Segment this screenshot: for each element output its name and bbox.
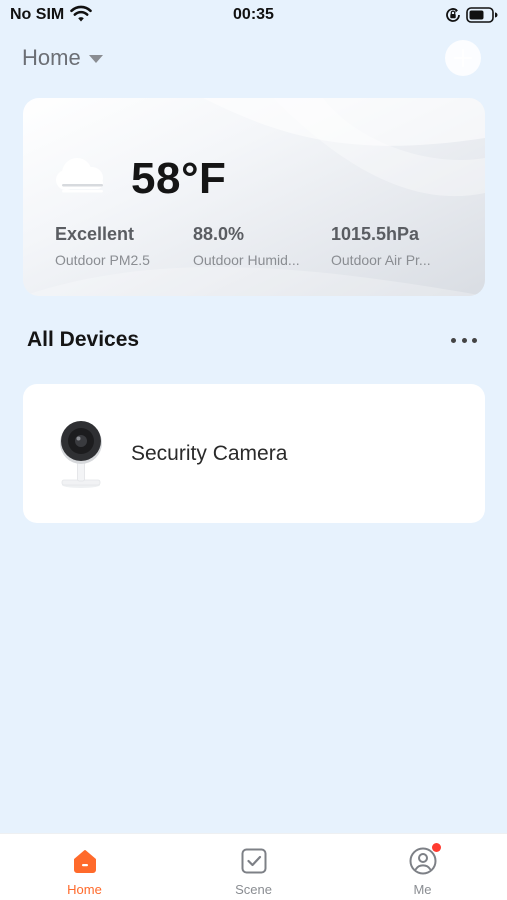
status-time: 00:35 xyxy=(233,6,274,23)
metric-humidity: 88.0% Outdoor Humid... xyxy=(193,224,323,268)
tab-label: Scene xyxy=(235,882,272,897)
metric-label: Outdoor Air Pr... xyxy=(331,252,431,268)
rotation-lock-icon xyxy=(446,8,460,22)
device-card-security-camera[interactable]: Security Camera xyxy=(23,384,485,523)
home-title: Home xyxy=(22,45,81,70)
tab-home[interactable]: Home xyxy=(0,834,169,900)
section-title: All Devices xyxy=(27,328,140,351)
more-options-button[interactable] xyxy=(447,328,481,352)
status-bar: No SIM 00:35 xyxy=(0,0,507,32)
add-device-button[interactable] xyxy=(445,40,481,76)
tab-label: Home xyxy=(67,882,102,897)
metric-value: 88.0% xyxy=(193,224,245,244)
metric-label: Outdoor Humid... xyxy=(193,252,300,268)
metric-value: Excellent xyxy=(55,224,135,244)
temperature-value: 58°F xyxy=(131,154,227,203)
metric-pm25: Excellent Outdoor PM2.5 xyxy=(55,224,185,268)
dot xyxy=(451,337,456,343)
metric-label: Outdoor PM2.5 xyxy=(55,252,150,268)
tab-label: Me xyxy=(413,882,432,897)
me-icon-wrapper xyxy=(408,843,441,876)
scene-checkbox-icon xyxy=(241,848,266,874)
notification-badge xyxy=(431,843,441,852)
home-icon xyxy=(73,850,96,873)
device-name: Security Camera xyxy=(131,442,288,465)
tab-me[interactable]: Me xyxy=(338,834,507,900)
home-switcher[interactable]: Home xyxy=(22,44,103,72)
security-camera-icon xyxy=(60,421,102,488)
metric-value: 1015.5hPa xyxy=(331,224,420,244)
cloud-icon xyxy=(56,158,103,193)
battery-icon xyxy=(466,7,498,23)
dot xyxy=(472,337,477,343)
app-screen: No SIM 00:35 Home 58°F Excellent Outdoor… xyxy=(0,0,507,900)
weather-card[interactable]: 58°F Excellent Outdoor PM2.5 88.0% Outdo… xyxy=(23,98,485,296)
caret-down-icon xyxy=(88,55,103,63)
tab-scene[interactable]: Scene xyxy=(169,834,338,900)
bottom-tab-bar: Home Scene Me xyxy=(0,833,507,900)
plus-icon xyxy=(454,49,472,67)
metric-air-pressure: 1015.5hPa Outdoor Air Pr... xyxy=(331,224,461,268)
dot xyxy=(461,337,467,343)
